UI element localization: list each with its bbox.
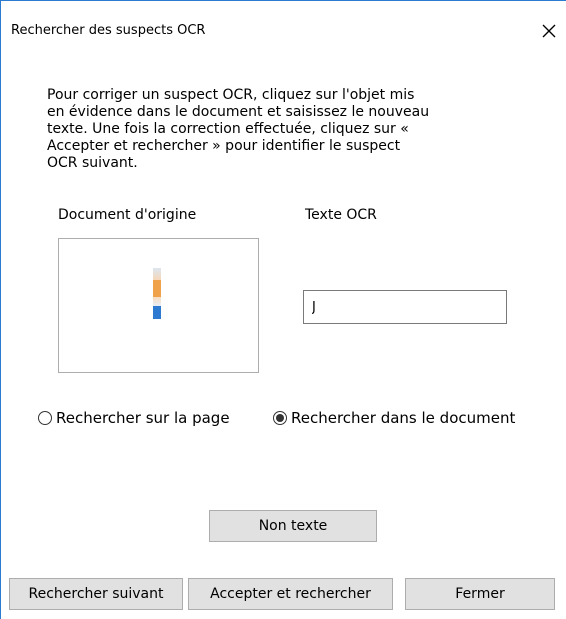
preview-top-fade [153, 268, 161, 280]
scope-document-radio[interactable]: Rechercher dans le document [273, 409, 515, 427]
original-document-preview [58, 238, 259, 373]
close-dialog-button[interactable]: Fermer [405, 578, 555, 610]
window-title: Rechercher des suspects OCR [11, 23, 206, 38]
close-button[interactable] [535, 19, 563, 43]
accept-and-search-button[interactable]: Accepter et rechercher [188, 578, 393, 610]
scope-page-label: Rechercher sur la page [56, 409, 230, 427]
title-bar: Rechercher des suspects OCR [1, 1, 566, 38]
close-icon [542, 24, 556, 38]
original-document-label: Document d'origine [58, 207, 197, 223]
ocr-text-label: Texte OCR [305, 207, 377, 223]
search-next-button[interactable]: Rechercher suivant [9, 578, 183, 610]
instructions-text: Pour corriger un suspect OCR, cliquez su… [47, 87, 430, 171]
preview-orange-mark [153, 280, 161, 297]
preview-gap [153, 297, 161, 306]
preview-blue-mark [153, 306, 161, 319]
scope-document-label: Rechercher dans le document [291, 409, 516, 427]
ocr-text-field[interactable] [303, 290, 507, 324]
radio-checked-icon [273, 411, 287, 425]
ocr-suspects-dialog: Rechercher des suspects OCR Pour corrige… [0, 0, 566, 619]
radio-unchecked-icon [38, 411, 52, 425]
non-text-button[interactable]: Non texte [209, 510, 377, 542]
scope-page-radio[interactable]: Rechercher sur la page [38, 409, 230, 427]
